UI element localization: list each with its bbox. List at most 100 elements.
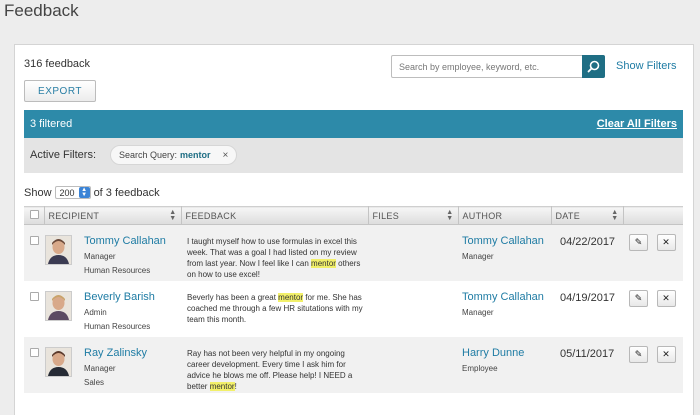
row-select-cell	[24, 225, 44, 282]
recipient-name-link[interactable]: Beverly Barish	[84, 291, 155, 303]
remove-filter-icon[interactable]: ×	[223, 150, 229, 161]
filtered-count: 3 filtered	[30, 118, 73, 130]
show-filters-link[interactable]: Show Filters	[616, 60, 677, 72]
actions-cell: ✎ ✕	[623, 281, 683, 337]
files-cell	[368, 337, 458, 393]
filter-chip: Search Query: mentor ×	[110, 145, 238, 165]
column-header-date[interactable]: DATE ▲ ▼	[551, 206, 624, 225]
feedback-count: 316 feedback	[24, 58, 91, 70]
recipient-name-link[interactable]: Ray Zalinsky	[84, 347, 147, 359]
search-highlight: mentor	[209, 382, 235, 391]
search-button[interactable]	[582, 55, 605, 78]
feedback-date: 04/22/2017	[560, 236, 616, 248]
close-icon: ✕	[662, 237, 670, 247]
close-icon: ✕	[662, 349, 670, 359]
column-header-feedback[interactable]: FEEDBACK	[181, 206, 369, 225]
person-photo-icon	[46, 348, 71, 376]
search-highlight: mentor	[311, 259, 336, 268]
column-label: DATE	[555, 210, 581, 221]
date-cell: 05/11/2017	[551, 337, 623, 393]
total-count-label: of 3 feedback	[93, 186, 160, 199]
author-role: Manager	[462, 252, 494, 261]
page-size-select[interactable]: 200 ▲ ▼	[54, 186, 91, 199]
column-header-files[interactable]: FILES ▲ ▼	[368, 206, 459, 225]
delete-button[interactable]: ✕	[656, 346, 676, 363]
feedback-table: RECIPIENT ▲ ▼ FEEDBACK FILES ▲ ▼ AUTHOR DA…	[24, 206, 683, 393]
author-cell: Harry Dunne Employee	[458, 337, 551, 393]
active-filters-bar: Active Filters: Search Query: mentor ×	[24, 138, 683, 173]
author-cell: Tommy Callahan Manager	[458, 225, 551, 282]
files-cell	[368, 225, 458, 282]
actions-cell: ✎ ✕	[623, 225, 683, 282]
author-role: Manager	[462, 308, 494, 317]
files-cell	[368, 281, 458, 337]
pencil-icon: ✎	[634, 349, 643, 359]
author-name-link[interactable]: Tommy Callahan	[462, 235, 550, 247]
delete-button[interactable]: ✕	[656, 234, 676, 251]
close-icon: ✕	[662, 293, 670, 303]
avatar	[45, 347, 72, 377]
table-header-row: RECIPIENT ▲ ▼ FEEDBACK FILES ▲ ▼ AUTHOR DA…	[24, 206, 683, 225]
feedback-text: Beverly has been a great mentor for me. …	[187, 292, 367, 325]
filter-chip-key: Search Query:	[119, 150, 178, 160]
feedback-text-part: !	[234, 382, 237, 391]
delete-button[interactable]: ✕	[656, 290, 676, 307]
row-select-cell	[24, 281, 44, 337]
show-label: Show	[24, 186, 52, 199]
pencil-icon: ✎	[634, 237, 643, 247]
pencil-icon: ✎	[634, 293, 643, 303]
author-cell: Tommy Callahan Manager	[458, 281, 551, 337]
edit-button[interactable]: ✎	[629, 234, 648, 251]
sort-icon: ▲ ▼	[611, 209, 619, 222]
feedback-date: 05/11/2017	[560, 348, 615, 360]
author-name-link[interactable]: Harry Dunne	[462, 347, 550, 359]
person-photo-icon	[46, 292, 71, 320]
row-checkbox[interactable]	[30, 292, 39, 301]
author-role: Employee	[462, 364, 498, 373]
feedback-date: 04/19/2017	[560, 292, 616, 304]
author-name-link[interactable]: Tommy Callahan	[462, 291, 550, 303]
row-checkbox[interactable]	[30, 348, 39, 357]
page-size-value: 200	[59, 187, 75, 198]
sort-icon: ▲ ▼	[169, 209, 177, 222]
edit-button[interactable]: ✎	[629, 346, 648, 363]
column-label: FILES	[372, 210, 400, 221]
feedback-cell: Beverly has been a great mentor for me. …	[181, 281, 368, 337]
column-label: AUTHOR	[462, 210, 503, 221]
edit-button[interactable]: ✎	[629, 290, 648, 307]
recipient-cell: Tommy Callahan Manager Human Resources	[44, 225, 181, 282]
search-box	[391, 55, 605, 78]
search-input[interactable]	[392, 56, 582, 77]
active-filters-label: Active Filters:	[30, 149, 97, 161]
column-header-recipient[interactable]: RECIPIENT ▲ ▼	[44, 206, 182, 225]
recipient-role: Manager	[84, 252, 116, 261]
feedback-text: Ray has not been very helpful in my ongo…	[187, 348, 367, 392]
page-size-control: Show 200 ▲ ▼ of 3 feedback	[24, 186, 160, 199]
recipient-name-link[interactable]: Tommy Callahan	[84, 235, 166, 247]
column-label: FEEDBACK	[185, 210, 237, 221]
person-photo-icon	[46, 236, 71, 264]
row-checkbox[interactable]	[30, 236, 39, 245]
column-header-author[interactable]: AUTHOR	[458, 206, 552, 225]
table-row: Tommy Callahan Manager Human Resources I…	[24, 224, 683, 282]
select-all-checkbox[interactable]	[30, 210, 39, 219]
recipient-cell: Beverly Barish Admin Human Resources	[44, 281, 181, 337]
feedback-panel: 316 feedback EXPORT Show Filters 3 filte…	[14, 44, 694, 415]
select-arrows-icon: ▲ ▼	[78, 187, 90, 198]
recipient-role: Manager	[84, 364, 116, 373]
page-title: Feedback	[4, 1, 79, 20]
row-select-cell	[24, 337, 44, 393]
clear-all-filters-link[interactable]: Clear All Filters	[597, 118, 677, 130]
column-label: RECIPIENT	[48, 210, 100, 221]
export-button[interactable]: EXPORT	[24, 80, 96, 102]
recipient-role: Admin	[84, 308, 107, 317]
search-icon	[587, 60, 600, 73]
recipient-department: Human Resources	[84, 266, 151, 275]
avatar	[45, 291, 72, 321]
feedback-text: I taught myself how to use formulas in e…	[187, 236, 367, 280]
filter-status-bar: 3 filtered Clear All Filters	[24, 110, 683, 138]
date-cell: 04/19/2017	[551, 281, 623, 337]
filter-chip-value: mentor	[180, 150, 211, 160]
actions-cell: ✎ ✕	[623, 337, 683, 393]
table-row: Beverly Barish Admin Human Resources Bev…	[24, 281, 683, 337]
